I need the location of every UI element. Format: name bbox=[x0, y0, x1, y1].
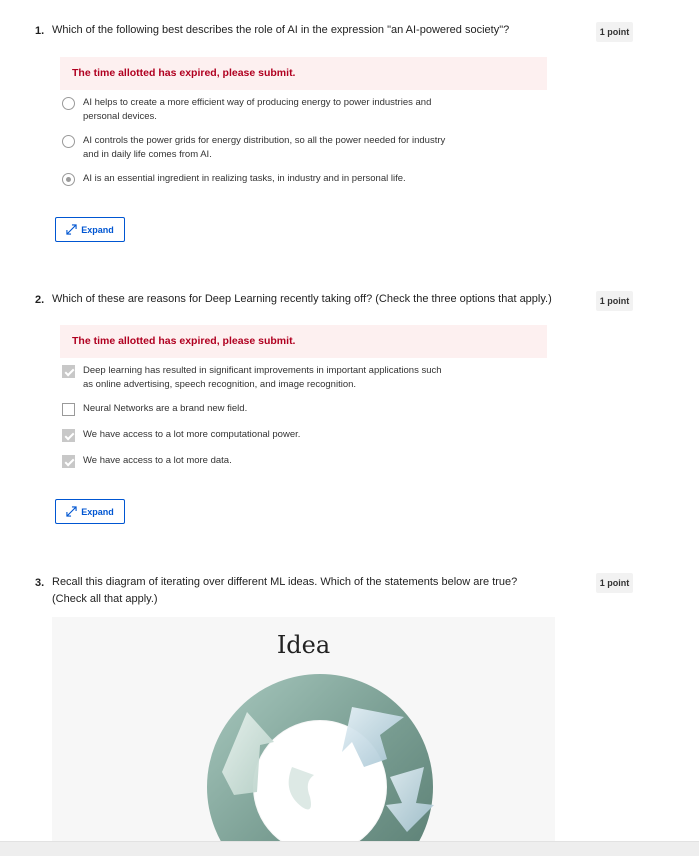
points-badge: 1 point bbox=[596, 22, 633, 42]
option-label: AI helps to create a more efficient way … bbox=[83, 97, 432, 122]
points-badge: 1 point bbox=[596, 573, 633, 593]
cycle-arrows-graphic bbox=[207, 674, 434, 842]
expand-button[interactable]: Expand bbox=[55, 217, 125, 242]
alert-text: The time allotted has expired, please su… bbox=[72, 335, 296, 347]
expand-label: Expand bbox=[81, 506, 114, 517]
time-expired-alert: The time allotted has expired, please su… bbox=[60, 57, 547, 90]
option-label: AI controls the power grids for energy d… bbox=[83, 135, 446, 160]
expand-icon bbox=[66, 506, 77, 517]
points-badge: 1 point bbox=[596, 291, 633, 311]
bottom-scroll-area bbox=[0, 841, 699, 856]
time-expired-alert: The time allotted has expired, please su… bbox=[60, 325, 547, 358]
expand-icon bbox=[66, 224, 77, 235]
ml-iteration-diagram: Idea bbox=[52, 617, 555, 842]
expand-label: Expand bbox=[81, 224, 114, 235]
option-label: Deep learning has resulted in significan… bbox=[83, 365, 442, 390]
question-text: Recall this diagram of iterating over di… bbox=[52, 576, 518, 605]
alert-text: The time allotted has expired, please su… bbox=[72, 67, 296, 79]
question-text: Which of the following best describes th… bbox=[52, 24, 510, 36]
question-number: 1. bbox=[35, 25, 45, 37]
question-number: 2. bbox=[35, 294, 45, 306]
checkbox-checked[interactable] bbox=[62, 365, 75, 378]
checkbox-checked[interactable] bbox=[62, 455, 75, 468]
radio-button[interactable] bbox=[62, 97, 75, 110]
radio-button-selected[interactable] bbox=[62, 173, 75, 186]
radio-button[interactable] bbox=[62, 135, 75, 148]
option-label: We have access to a lot more data. bbox=[83, 455, 232, 466]
option-label: We have access to a lot more computation… bbox=[83, 429, 301, 440]
question-number: 3. bbox=[35, 577, 45, 589]
option-label: AI is an essential ingredient in realizi… bbox=[83, 173, 406, 184]
expand-button[interactable]: Expand bbox=[55, 499, 125, 524]
checkbox-checked[interactable] bbox=[62, 429, 75, 442]
checkbox[interactable] bbox=[62, 403, 75, 416]
option-label: Neural Networks are a brand new field. bbox=[83, 403, 248, 414]
question-text: Which of these are reasons for Deep Lear… bbox=[52, 293, 552, 305]
